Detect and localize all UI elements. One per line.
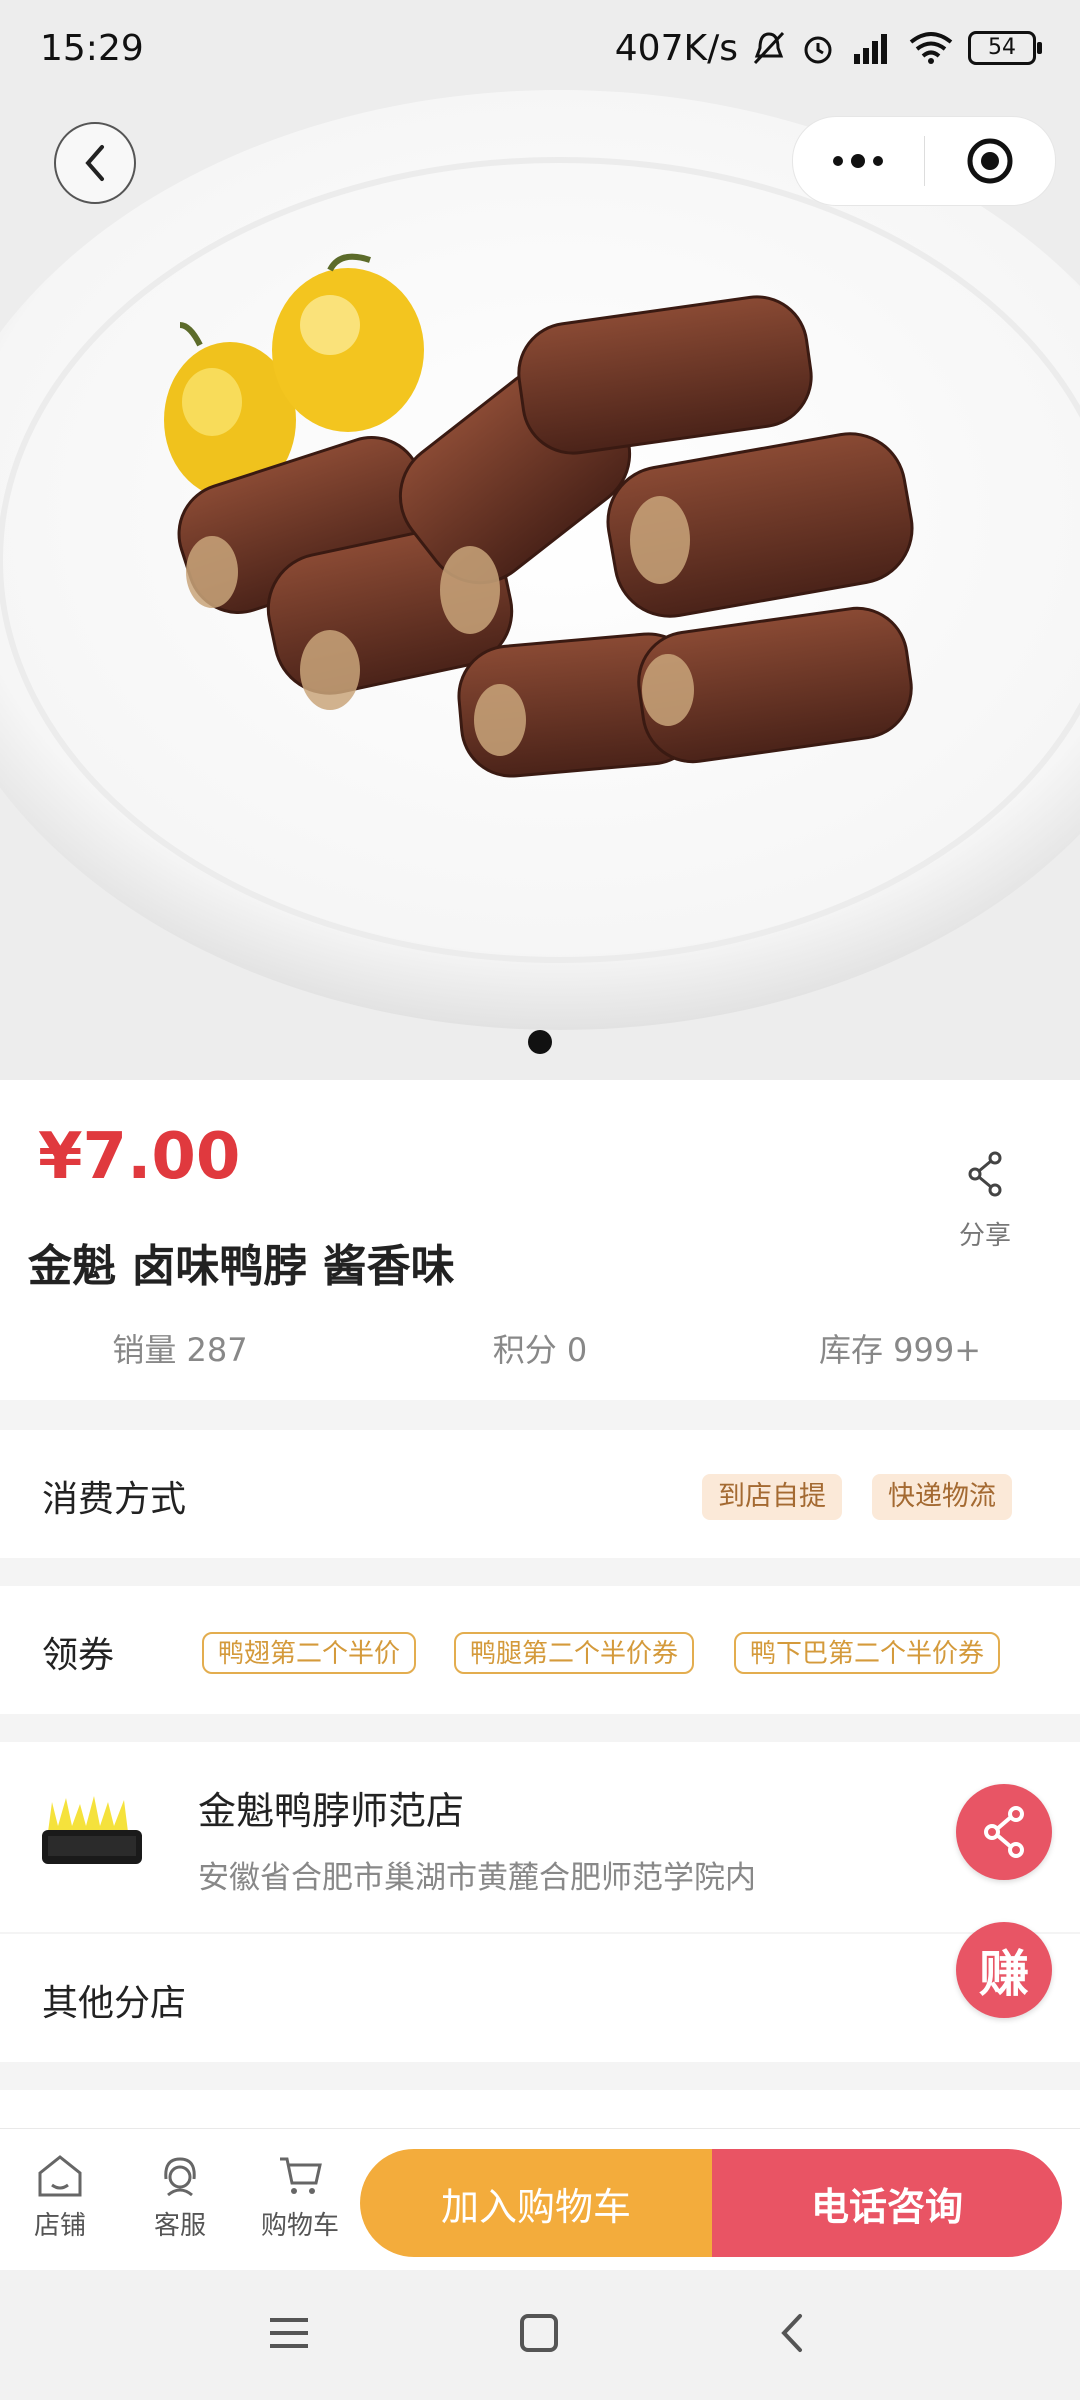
back-triangle-icon[interactable]	[770, 2310, 816, 2356]
cart-icon	[280, 2157, 322, 2194]
share-label: 分享	[958, 1221, 1011, 1251]
coupon-leg[interactable]: 鸭腿第二个半价券	[454, 1632, 695, 1674]
menu-icon[interactable]	[266, 2310, 312, 2356]
chevron-left-icon	[85, 145, 104, 181]
customer-service-icon	[164, 2157, 196, 2197]
nav-store[interactable]: 店铺	[10, 2153, 110, 2242]
miniapp-capsule	[792, 116, 1056, 206]
option-pickup[interactable]: 到店自提	[702, 1474, 842, 1520]
phone-consult-button[interactable]: 电话咨询	[712, 2149, 1062, 2257]
coupon-chin[interactable]: 鸭下巴第二个半价券	[734, 1632, 1001, 1674]
share-icon	[968, 1151, 1002, 1197]
product-stats: 销量 287 积分 0 库存 999+	[0, 1325, 1080, 1371]
nav-cart-label: 购物车	[260, 2211, 339, 2241]
nav-cart[interactable]: 购物车	[250, 2153, 350, 2242]
earn-button[interactable]: 赚	[956, 1922, 1052, 2018]
points: 积分 0	[492, 1331, 588, 1369]
status-time: 15:29	[40, 27, 144, 69]
other-branches-label: 其他分店	[42, 1983, 187, 2024]
product-title: 金魁 卤味鸭脖 酱香味	[28, 1241, 455, 1292]
mute-bell-icon	[753, 31, 785, 65]
add-to-cart-button[interactable]: 加入购物车	[360, 2149, 712, 2257]
coupon-row: 领券 鸭翅第二个半价 鸭腿第二个半价券 鸭下巴第二个半价券	[0, 1586, 1080, 1714]
stock: 库存 999+	[818, 1331, 982, 1369]
battery-icon: 54	[968, 31, 1042, 65]
coupon-label: 领券	[42, 1635, 115, 1676]
option-express[interactable]: 快递物流	[872, 1474, 1012, 1520]
store-address: 安徽省合肥市巢湖市黄麓合肥师范学院内	[198, 1860, 756, 1896]
wifi-icon	[909, 32, 953, 64]
store-logo	[38, 1792, 146, 1876]
more-button[interactable]	[793, 117, 924, 205]
store-icon	[38, 2155, 82, 2197]
network-speed: 407K/s	[614, 27, 738, 69]
nav-customer-service[interactable]: 客服	[130, 2153, 230, 2242]
bottom-action-bar: 店铺 客服 购物车 加入购物车 电话咨询	[0, 2128, 1080, 2271]
back-button[interactable]	[54, 122, 136, 204]
carousel-indicator	[528, 1030, 552, 1054]
sales-count: 销量 287	[112, 1331, 248, 1369]
share-button[interactable]: 分享	[940, 1150, 1030, 1252]
product-price: ¥7.00	[38, 1120, 241, 1194]
status-bar: 15:29 407K/s 54	[0, 0, 1080, 96]
signal-icon	[854, 34, 887, 64]
next-section-row	[0, 2090, 1080, 2130]
nav-customer-service-label: 客服	[153, 2211, 206, 2241]
floating-share-button[interactable]	[956, 1784, 1052, 1880]
home-square-icon[interactable]	[516, 2310, 562, 2356]
other-branches-row[interactable]: 其他分店	[0, 1934, 1080, 2062]
consumption-method-row: 消费方式 到店自提 快递物流	[0, 1430, 1080, 1558]
product-info-card: ¥7.00 金魁 卤味鸭脖 酱香味 分享 销量 287 积分 0 库存 999+	[0, 1080, 1080, 1400]
share-icon	[984, 1806, 1024, 1858]
store-name: 金魁鸭脖师范店	[198, 1789, 465, 1833]
nav-store-label: 店铺	[33, 2211, 86, 2241]
coupon-wing[interactable]: 鸭翅第二个半价	[202, 1632, 417, 1674]
close-miniapp-button[interactable]	[925, 117, 1056, 205]
target-circle-icon	[967, 138, 1013, 184]
consumption-method-label: 消费方式	[42, 1479, 187, 1520]
alarm-icon	[804, 36, 832, 64]
system-navigation-bar	[0, 2270, 1080, 2400]
store-row[interactable]: 金魁鸭脖师范店 安徽省合肥市巢湖市黄麓合肥师范学院内	[0, 1742, 1080, 1932]
more-dots-icon	[833, 154, 884, 168]
